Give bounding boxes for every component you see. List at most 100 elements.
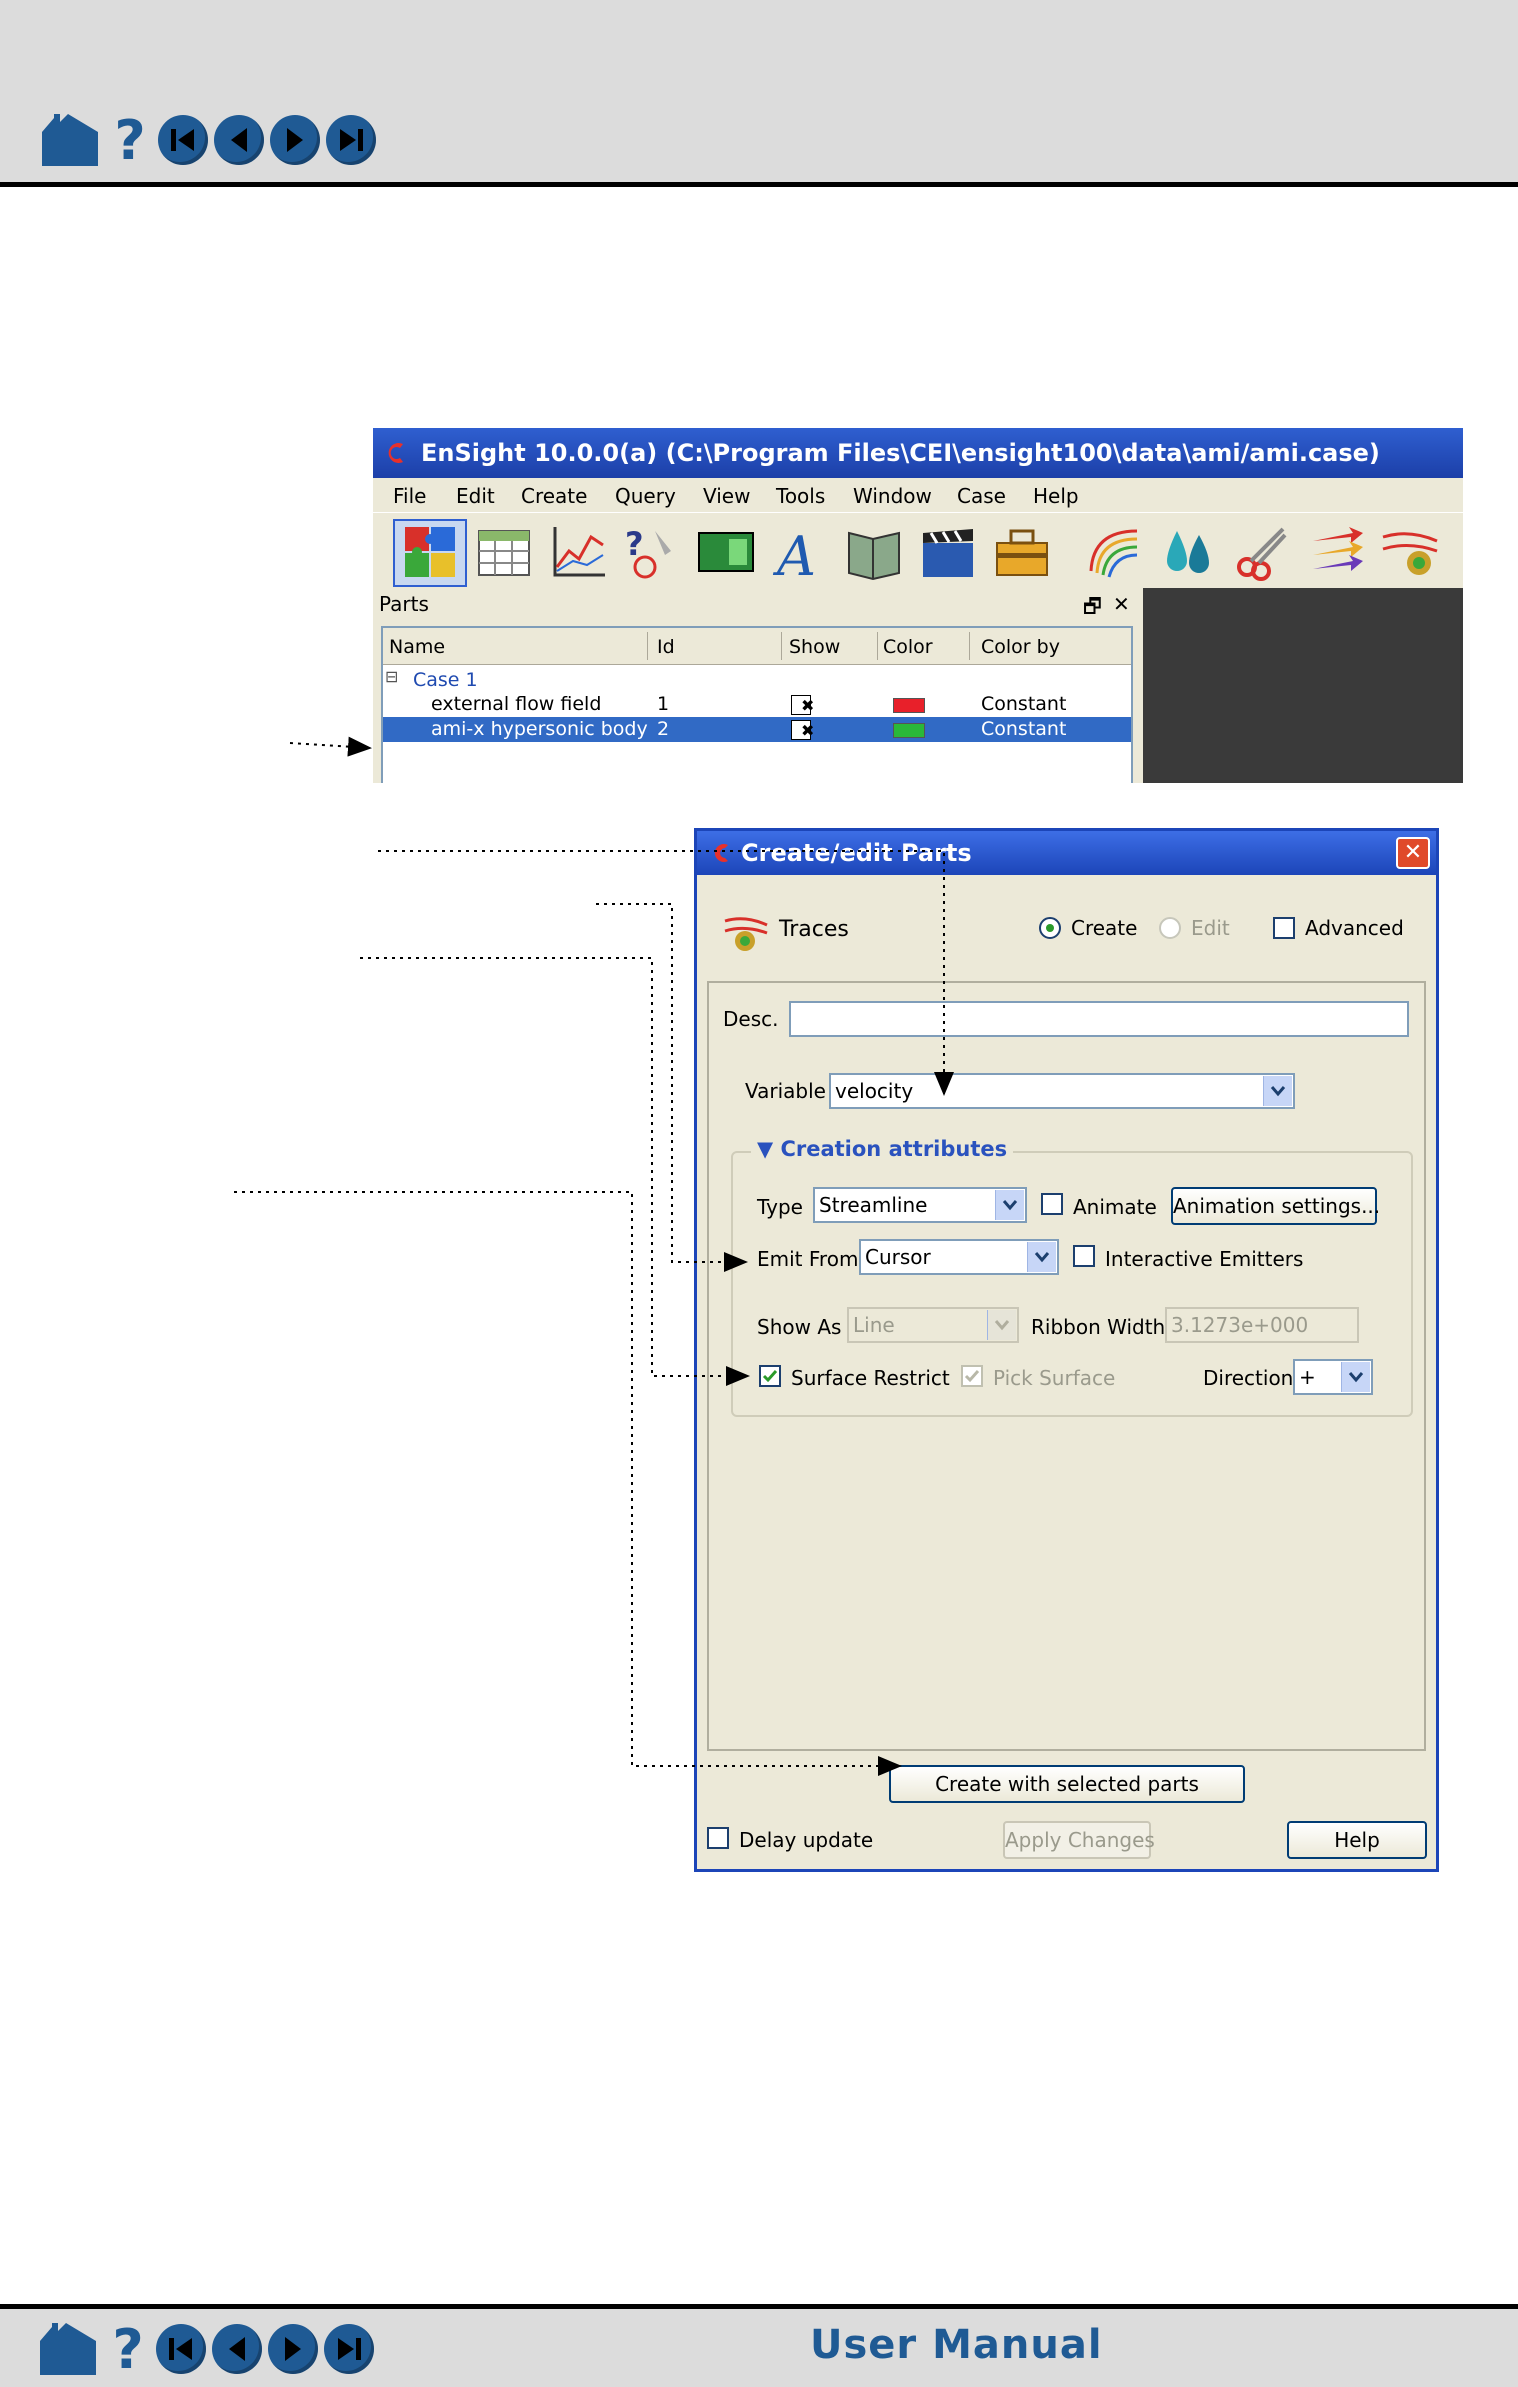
dialog-close-button[interactable]: ✕ (1396, 837, 1430, 869)
previous-page-icon[interactable] (214, 115, 264, 165)
particle-trace-icon[interactable] (1379, 521, 1441, 583)
isosurface-drops-icon[interactable] (1157, 521, 1219, 583)
contour-icon[interactable] (1083, 521, 1145, 583)
next-page-icon[interactable] (268, 2324, 318, 2374)
nav-icon-group: ? (36, 2318, 374, 2381)
menu-tools[interactable]: Tools (776, 484, 825, 508)
help-icon[interactable]: ? (108, 109, 152, 172)
variable-label: Variable (745, 1079, 826, 1103)
main-toolbar: ? A (373, 512, 1463, 590)
menu-query[interactable]: Query (615, 484, 676, 508)
part-id: 2 (657, 718, 670, 740)
delay-update-checkbox[interactable] (707, 1827, 729, 1849)
next-page-icon[interactable] (270, 115, 320, 165)
show-checkbox[interactable]: ✖ (791, 720, 814, 740)
part-name: ami-x hypersonic body (431, 718, 648, 740)
show-as-select[interactable]: Line (847, 1307, 1019, 1343)
interactive-emitters-checkbox[interactable] (1073, 1245, 1095, 1267)
clapperboard-icon[interactable] (917, 521, 979, 583)
color-swatch[interactable] (893, 698, 925, 713)
part-color-by: Constant (981, 693, 1067, 715)
type-select[interactable]: Streamline (813, 1187, 1027, 1223)
type-label: Type (757, 1195, 803, 1219)
home-icon[interactable] (36, 2321, 100, 2377)
pick-surface-checkbox[interactable] (961, 1365, 983, 1387)
first-page-icon[interactable] (156, 2324, 206, 2374)
help-icon[interactable]: ? (106, 2318, 150, 2381)
column-header-show[interactable]: Show (789, 636, 840, 658)
close-icon[interactable]: ✕ (1113, 592, 1130, 616)
case-label: Case 1 (413, 669, 478, 691)
color-swatch[interactable] (893, 723, 925, 738)
direction-select[interactable]: + (1293, 1359, 1373, 1395)
check-icon (964, 1370, 980, 1383)
create-radio[interactable] (1039, 917, 1061, 939)
desc-label: Desc. (723, 1007, 779, 1031)
show-checkbox[interactable]: ✖ (791, 695, 814, 715)
variable-select[interactable]: velocity (829, 1073, 1295, 1109)
animate-label: Animate (1073, 1195, 1157, 1219)
menu-help[interactable]: Help (1033, 484, 1079, 508)
book-icon[interactable] (843, 521, 905, 583)
table-row[interactable]: external flow field 1 ✖ Constant (383, 692, 1131, 717)
ensight-logo-icon (714, 844, 728, 862)
apply-changes-button[interactable]: Apply Changes (1003, 1821, 1155, 1859)
menu-create[interactable]: Create (521, 484, 587, 508)
edit-radio[interactable] (1159, 917, 1181, 939)
feature-label: Traces (779, 917, 849, 942)
nav-icon-group: ? (38, 109, 376, 172)
table-row-selected[interactable]: ami-x hypersonic body 2 ✖ Constant (383, 717, 1131, 742)
creation-attributes-title[interactable]: ▼ Creation attributes (751, 1137, 1014, 1161)
plot-icon[interactable] (547, 521, 609, 583)
menu-edit[interactable]: Edit (456, 484, 495, 508)
undock-icon[interactable]: 🗗 (1083, 592, 1102, 626)
chevron-down-icon[interactable] (995, 1190, 1024, 1220)
chevron-down-icon[interactable] (1263, 1076, 1292, 1106)
menu-view[interactable]: View (703, 484, 750, 508)
tree-case-row[interactable]: ⊟ Case 1 (383, 667, 1131, 693)
help-symbol: ? (114, 108, 146, 172)
table-icon[interactable] (473, 521, 535, 583)
graphics-viewport[interactable] (1143, 588, 1463, 783)
last-page-icon[interactable] (324, 2324, 374, 2374)
ribbon-width-input[interactable]: 3.1273e+000 (1165, 1307, 1359, 1343)
chevron-down-icon[interactable] (1027, 1242, 1056, 1272)
show-as-value: Line (853, 1313, 895, 1337)
annotation-text-icon[interactable]: A (769, 521, 831, 583)
traces-icon (724, 917, 768, 951)
last-page-icon[interactable] (326, 115, 376, 165)
collapse-tree-icon[interactable]: ⊟ (385, 667, 398, 686)
create-with-selected-parts-button[interactable]: Create with selected parts (889, 1765, 1245, 1803)
callout-parts-row (289, 736, 372, 757)
animate-checkbox[interactable] (1041, 1193, 1063, 1215)
emit-from-label: Emit From (757, 1247, 859, 1271)
chevron-down-icon[interactable] (987, 1310, 1016, 1340)
help-button[interactable]: Help (1287, 1821, 1427, 1859)
surface-restrict-checkbox[interactable] (759, 1365, 781, 1387)
previous-page-icon[interactable] (212, 2324, 262, 2374)
delay-update-label: Delay update (739, 1828, 874, 1852)
home-icon[interactable] (38, 112, 102, 168)
menu-file[interactable]: File (393, 484, 426, 508)
menu-case[interactable]: Case (957, 484, 1006, 508)
column-header-color-by[interactable]: Color by (981, 636, 1060, 658)
ensight-main-window: EnSight 10.0.0(a) (C:\Program Files\CEI\… (373, 428, 1463, 783)
animation-settings-button[interactable]: Animation settings... (1171, 1187, 1380, 1225)
edit-radio-label: Edit (1191, 916, 1230, 940)
toolbox-icon[interactable] (991, 521, 1053, 583)
desc-input[interactable] (789, 1001, 1409, 1037)
column-header-id[interactable]: Id (657, 636, 675, 658)
menu-window[interactable]: Window (853, 484, 932, 508)
viewport-icon[interactable] (695, 521, 757, 583)
advanced-checkbox[interactable] (1273, 917, 1295, 939)
chevron-down-icon[interactable] (1341, 1362, 1370, 1392)
emit-from-select[interactable]: Cursor (859, 1239, 1059, 1275)
first-page-icon[interactable] (158, 115, 208, 165)
column-header-color[interactable]: Color (883, 636, 933, 658)
query-icon[interactable]: ? (621, 521, 683, 583)
column-header-name[interactable]: Name (389, 636, 445, 658)
vector-arrows-icon[interactable] (1305, 521, 1367, 583)
parts-puzzle-icon[interactable] (399, 521, 461, 583)
clip-scissors-icon[interactable] (1231, 521, 1293, 583)
ribbon-width-label: Ribbon Width (1031, 1315, 1166, 1339)
